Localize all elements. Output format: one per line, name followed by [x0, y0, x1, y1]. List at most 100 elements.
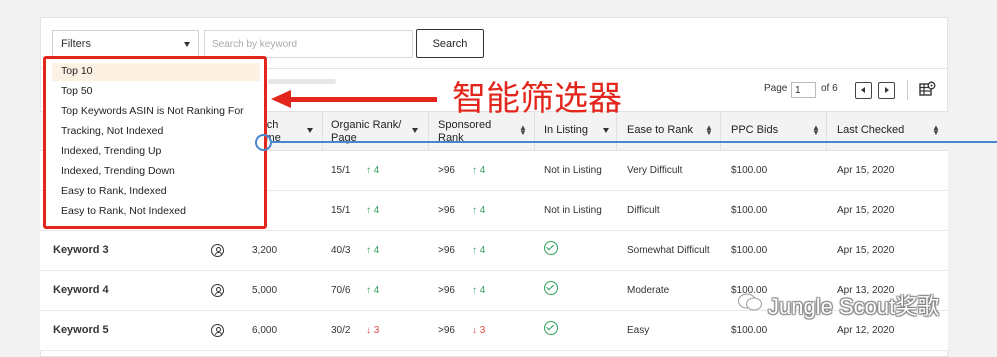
filter-option[interactable]: Easy to Rank, Not Indexed [61, 205, 186, 217]
ppc-bid-cell: $100.00 [731, 245, 768, 256]
sponsored-trend-down: ↓ 3 [472, 325, 486, 336]
annotation-arrow [289, 97, 437, 102]
header-text: Ease to Rank [627, 124, 694, 136]
filter-option[interactable]: Top Keywords ASIN is Not Ranking For [61, 105, 244, 117]
header-text: Last Checked [837, 124, 905, 136]
sponsored-rank-cell: >96 [438, 165, 455, 176]
filters-dropdown [43, 56, 267, 229]
sponsored-trend-up: ↑ 4 [472, 205, 486, 216]
organic-rank-cell: 30/2 [331, 325, 351, 336]
arrow-left-icon [271, 90, 291, 108]
organic-rank-cell: 70/6 [331, 285, 351, 296]
page-label: Page [764, 83, 788, 94]
sponsored-trend-up: ↑ 4 [472, 285, 486, 296]
organic-trend-down: ↓ 3 [366, 325, 380, 336]
column-header-last-checked[interactable]: Last Checked [837, 111, 927, 151]
in-listing-cell: Not in Listing [544, 165, 602, 176]
organic-trend-up: ↑ 4 [366, 165, 380, 176]
divider [907, 80, 908, 100]
sponsored-rank-cell: >96 [438, 325, 455, 336]
chevron-left-icon [861, 87, 865, 93]
filter-option[interactable]: Indexed, Trending Up [61, 145, 161, 157]
keyword-cell[interactable]: Keyword 5 [53, 324, 109, 336]
filter-option[interactable]: Tracking, Not Indexed [61, 125, 163, 137]
ppc-bid-cell: $100.00 [731, 165, 768, 176]
person-icon[interactable] [211, 324, 224, 337]
ease-to-rank-cell: Somewhat Difficult [627, 245, 710, 256]
organic-trend-up: ↑ 4 [366, 285, 380, 296]
header-text: PPC Bids [731, 124, 779, 136]
organic-trend-up: ↑ 4 [366, 205, 380, 216]
filter-option[interactable]: Top 10 [61, 65, 93, 77]
person-icon[interactable] [211, 284, 224, 297]
check-circle-icon [544, 321, 558, 335]
chevron-down-icon [184, 42, 190, 47]
sort-down-icon[interactable] [603, 128, 609, 133]
table-row[interactable] [40, 231, 948, 271]
sponsored-rank-cell: >96 [438, 205, 455, 216]
prev-page-button[interactable] [855, 82, 872, 99]
last-checked-cell: Apr 15, 2020 [837, 165, 895, 176]
person-icon[interactable] [211, 244, 224, 257]
page-number-value: 1 [795, 85, 801, 96]
column-divider [428, 111, 429, 151]
header-text: In Listing [544, 124, 589, 136]
wechat-logo-icon [738, 293, 762, 311]
organic-rank-cell: 15/1 [331, 205, 351, 216]
sort-icon[interactable]: ▲ ▼ [812, 124, 820, 137]
sort-down-icon[interactable] [412, 128, 418, 133]
ease-to-rank-cell: Easy [627, 325, 650, 336]
last-checked-cell: Apr 12, 2020 [837, 325, 895, 336]
check-circle-icon [544, 281, 558, 295]
next-page-button[interactable] [878, 82, 895, 99]
sponsored-rank-cell: >96 [438, 285, 455, 296]
search-input[interactable]: Search by keyword [204, 30, 413, 58]
watermark-text: Jungle Scout奖歌 [768, 294, 940, 319]
sponsored-rank-cell: >96 [438, 245, 455, 256]
ppc-bid-cell: $100.00 [731, 325, 768, 336]
organic-trend-up: ↑ 4 [366, 245, 380, 256]
ppc-bid-cell: $100.00 [731, 205, 768, 216]
last-checked-cell: Apr 15, 2020 [837, 245, 895, 256]
filter-option[interactable]: Easy to Rank, Indexed [61, 185, 167, 197]
sort-icon[interactable]: ▲ ▼ [519, 124, 527, 137]
annotation-label: 智能筛选器 [452, 80, 622, 118]
search-volume-cell: 5,000 [252, 285, 278, 296]
column-header-ppc-bids[interactable]: PPC Bids [731, 111, 801, 151]
guide-line [271, 141, 997, 143]
column-divider [826, 111, 827, 151]
sort-icon[interactable]: ▲ ▼ [932, 124, 940, 137]
page-number-input[interactable]: 1 [791, 82, 816, 98]
ease-to-rank-cell: Very Difficult [627, 165, 683, 176]
search-placeholder: Search by keyword [212, 39, 298, 50]
cursor-circle-icon [255, 134, 272, 151]
in-listing-cell: Not in Listing [544, 205, 602, 216]
keyword-cell[interactable]: Keyword 4 [53, 284, 109, 296]
sponsored-trend-up: ↑ 4 [472, 245, 486, 256]
column-divider [322, 111, 323, 151]
sponsored-trend-up: ↑ 4 [472, 165, 486, 176]
keyword-cell[interactable]: Keyword 3 [53, 244, 109, 256]
filters-label: Filters [61, 38, 91, 50]
header-text: Rank [438, 132, 464, 144]
filters-select[interactable]: Filters [52, 30, 199, 58]
filter-option[interactable]: Indexed, Trending Down [61, 165, 175, 177]
ease-to-rank-cell: Difficult [627, 205, 660, 216]
sort-down-icon[interactable] [307, 128, 313, 133]
organic-rank-cell: 40/3 [331, 245, 351, 256]
loading-bar [268, 79, 336, 84]
chevron-right-icon [885, 87, 889, 93]
columns-settings-icon[interactable] [919, 81, 936, 98]
header-text: Sponsored [438, 119, 492, 131]
column-header-ease-to-rank[interactable]: Ease to Rank [627, 111, 707, 151]
page-count: of 6 [821, 83, 838, 94]
search-button[interactable]: Search [416, 29, 484, 58]
column-header-organic-rank[interactable]: Organic Rank/ Page [331, 111, 409, 151]
last-checked-cell: Apr 15, 2020 [837, 205, 895, 216]
header-text: Page [331, 132, 357, 144]
ease-to-rank-cell: Moderate [627, 285, 670, 296]
filter-option[interactable]: Top 50 [61, 85, 93, 97]
check-circle-icon [544, 241, 558, 255]
sort-icon[interactable]: ▲ ▼ [705, 124, 713, 137]
column-divider [720, 111, 721, 151]
